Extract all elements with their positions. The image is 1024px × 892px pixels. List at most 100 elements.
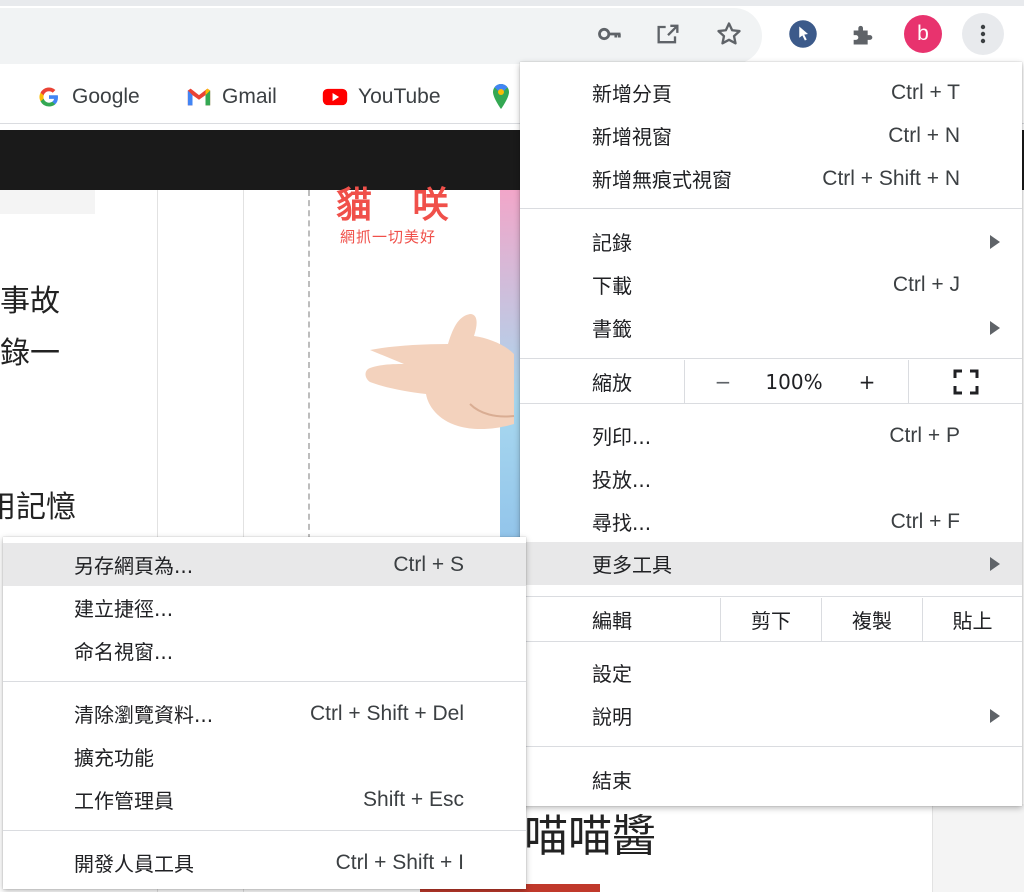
menu-item-exit[interactable]: 結束 bbox=[520, 758, 1022, 801]
content-block bbox=[0, 190, 95, 214]
submenu-arrow-icon bbox=[990, 556, 1000, 571]
menu-item-bookmarks[interactable]: 書籤 bbox=[520, 306, 1022, 349]
cursor-extension-icon[interactable] bbox=[783, 14, 823, 54]
menu-separator bbox=[520, 358, 1022, 359]
article-text: 錄一 bbox=[0, 336, 60, 371]
menu-item-label: 建立捷徑... bbox=[74, 597, 174, 621]
menu-item-dev-tools[interactable]: 開發人員工具 Ctrl + Shift + I bbox=[3, 841, 526, 884]
dashed-divider bbox=[308, 190, 310, 540]
menu-item-name-window[interactable]: 命名視窗... bbox=[3, 629, 526, 672]
menu-item-label: 說明 bbox=[592, 705, 632, 729]
menu-separator bbox=[520, 596, 1022, 597]
menu-separator bbox=[3, 830, 526, 831]
menu-item-label: 命名視窗... bbox=[74, 640, 174, 664]
menu-item-label: 新增分頁 bbox=[592, 82, 672, 106]
promo-title: 貓 咲 bbox=[336, 185, 463, 226]
fullscreen-icon[interactable] bbox=[910, 360, 1022, 403]
menu-item-new-tab[interactable]: 新增分頁 Ctrl + T bbox=[520, 71, 1022, 114]
menu-item-label: 擴充功能 bbox=[74, 746, 154, 770]
menu-shortcut: Ctrl + Shift + N bbox=[822, 166, 960, 190]
profile-avatar[interactable]: b bbox=[904, 15, 942, 53]
zoom-out-button[interactable]: − bbox=[686, 360, 760, 403]
key-icon[interactable] bbox=[590, 14, 630, 54]
paste-button[interactable]: 貼上 bbox=[923, 598, 1022, 641]
more-vert-icon[interactable] bbox=[962, 13, 1004, 55]
menu-item-label: 另存網頁為... bbox=[74, 554, 194, 578]
bookmark-label: Gmail bbox=[222, 85, 277, 108]
menu-shortcut: Shift + Esc bbox=[363, 787, 464, 811]
menu-item-print[interactable]: 列印... Ctrl + P bbox=[520, 414, 1022, 457]
submenu-arrow-icon bbox=[990, 708, 1000, 723]
menu-item-new-window[interactable]: 新增視窗 Ctrl + N bbox=[520, 114, 1022, 157]
menu-item-label: 編輯 bbox=[592, 609, 632, 633]
tab-strip-edge bbox=[0, 0, 1024, 6]
menu-shortcut: Ctrl + J bbox=[892, 272, 960, 296]
bookmark-youtube[interactable]: YouTube bbox=[322, 82, 441, 112]
menu-shortcut: Ctrl + N bbox=[888, 123, 960, 147]
menu-item-clear-data[interactable]: 清除瀏覽資料... Ctrl + Shift + Del bbox=[3, 692, 526, 735]
zoom-divider bbox=[684, 360, 685, 403]
bookmark-maps[interactable] bbox=[488, 82, 514, 112]
zoom-in-button[interactable]: + bbox=[830, 360, 904, 403]
menu-item-label: 下載 bbox=[592, 274, 632, 298]
menu-item-task-manager[interactable]: 工作管理員 Shift + Esc bbox=[3, 778, 526, 821]
menu-shortcut: Ctrl + S bbox=[393, 552, 464, 576]
article-text: 事故 bbox=[0, 284, 60, 319]
menu-item-help[interactable]: 說明 bbox=[520, 694, 1022, 737]
zoom-level: 100% bbox=[765, 369, 823, 394]
menu-item-label: 清除瀏覽資料... bbox=[74, 703, 214, 727]
menu-item-edit: 編輯 剪下 複製 貼上 bbox=[520, 598, 1022, 641]
article-text: 用記憶 bbox=[0, 490, 76, 525]
sidebar-block bbox=[932, 804, 1024, 892]
menu-item-label: 更多工具 bbox=[592, 553, 672, 577]
menu-item-cast[interactable]: 投放... bbox=[520, 457, 1022, 500]
copy-button[interactable]: 複製 bbox=[822, 598, 922, 641]
menu-item-label: 設定 bbox=[592, 662, 632, 686]
menu-item-new-incognito[interactable]: 新增無痕式視窗 Ctrl + Shift + N bbox=[520, 157, 1022, 200]
profile-initial: b bbox=[917, 22, 929, 45]
menu-item-history[interactable]: 記錄 bbox=[520, 220, 1022, 263]
article-heading: 喵喵醬 bbox=[524, 811, 656, 862]
maps-icon bbox=[488, 83, 514, 110]
menu-item-label: 投放... bbox=[592, 468, 652, 492]
submenu-arrow-icon bbox=[990, 234, 1000, 249]
menu-item-create-shortcut[interactable]: 建立捷徑... bbox=[3, 586, 526, 629]
menu-item-more-tools[interactable]: 更多工具 bbox=[520, 542, 1022, 585]
menu-item-label: 尋找... bbox=[592, 511, 652, 535]
menu-shortcut: Ctrl + F bbox=[890, 509, 960, 533]
zoom-divider bbox=[908, 360, 909, 403]
menu-separator bbox=[520, 641, 1022, 642]
bookmark-google[interactable]: Google bbox=[36, 82, 140, 112]
promo-subtitle: 網抓一切美好 bbox=[340, 228, 437, 246]
menu-item-label: 結束 bbox=[592, 769, 632, 793]
bookmark-label: Google bbox=[72, 85, 140, 108]
menu-separator bbox=[3, 681, 526, 682]
menu-item-settings[interactable]: 設定 bbox=[520, 651, 1022, 694]
browser-toolbar: b bbox=[0, 0, 1024, 70]
menu-shortcut: Ctrl + Shift + Del bbox=[309, 701, 464, 725]
menu-shortcut: Ctrl + Shift + I bbox=[335, 850, 464, 874]
menu-item-label: 書籤 bbox=[592, 317, 632, 341]
submenu-arrow-icon bbox=[990, 320, 1000, 335]
bookmark-gmail[interactable]: Gmail bbox=[186, 82, 277, 112]
share-icon[interactable] bbox=[648, 14, 688, 54]
menu-item-label: 列印... bbox=[592, 425, 652, 449]
menu-item-extensions[interactable]: 擴充功能 bbox=[3, 735, 526, 778]
menu-separator bbox=[520, 208, 1022, 209]
menu-separator bbox=[520, 403, 1022, 404]
menu-item-label: 記錄 bbox=[592, 231, 632, 255]
menu-item-label: 新增視窗 bbox=[592, 125, 672, 149]
google-icon bbox=[36, 84, 62, 110]
gmail-icon bbox=[186, 84, 212, 110]
menu-item-save-page[interactable]: 另存網頁為... Ctrl + S bbox=[3, 543, 526, 586]
menu-item-downloads[interactable]: 下載 Ctrl + J bbox=[520, 263, 1022, 306]
cut-button[interactable]: 剪下 bbox=[721, 598, 821, 641]
menu-item-label: 工作管理員 bbox=[74, 789, 174, 813]
pointing-hand-image bbox=[365, 314, 515, 430]
menu-shortcut: Ctrl + T bbox=[890, 80, 960, 104]
puzzle-extensions-icon[interactable] bbox=[843, 14, 883, 54]
menu-shortcut: Ctrl + P bbox=[889, 423, 960, 447]
menu-item-find[interactable]: 尋找... Ctrl + F bbox=[520, 500, 1022, 543]
menu-item-label: 開發人員工具 bbox=[74, 852, 194, 876]
star-icon[interactable] bbox=[709, 14, 749, 54]
